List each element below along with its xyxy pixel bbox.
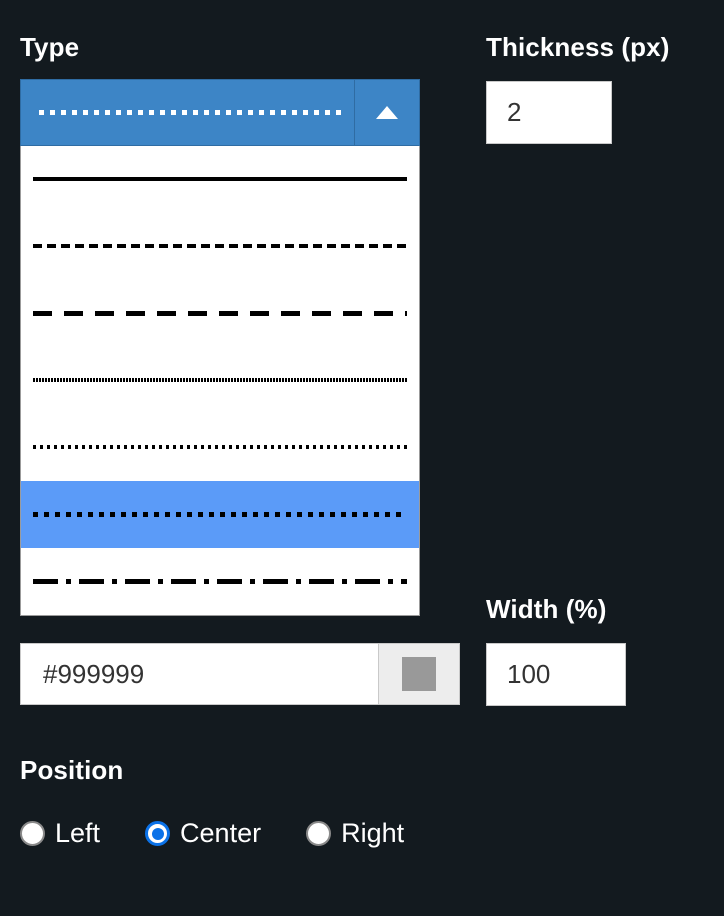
position-radio-left[interactable]: Left: [20, 818, 100, 849]
color-field: [20, 643, 460, 705]
position-radio-right[interactable]: Right: [306, 818, 404, 849]
color-swatch-icon: [402, 657, 436, 691]
line-type-option-solid[interactable]: [21, 146, 419, 213]
line-type-option-dash-small[interactable]: [21, 213, 419, 280]
type-label: Type: [20, 32, 80, 62]
caret-up-icon: [376, 106, 398, 119]
line-type-option-dash-large[interactable]: [21, 280, 419, 347]
line-preview-dash-dot: [33, 578, 407, 585]
line-type-option-list[interactable]: [20, 146, 420, 616]
thickness-input[interactable]: [486, 81, 612, 144]
line-type-option-dot-large[interactable]: [21, 481, 419, 548]
line-preview-dash-small: [33, 243, 407, 250]
width-label: Width (%): [486, 594, 607, 624]
line-type-option-dash-dot[interactable]: [21, 548, 419, 615]
line-preview-dot-small: [33, 444, 407, 451]
line-type-option-dot-dense[interactable]: [21, 347, 419, 414]
line-type-option-dot-small[interactable]: [21, 414, 419, 481]
line-preview-dot-large: [33, 511, 407, 518]
position-radio-left-label: Left: [55, 818, 101, 848]
radio-circle-checked-icon[interactable]: [145, 821, 171, 846]
radio-circle-icon[interactable]: [20, 821, 45, 846]
line-settings-panel: Type Thickness (px) 2 Width (%) 100 #999…: [0, 0, 724, 916]
color-picker-button[interactable]: [378, 643, 460, 705]
width-input[interactable]: [486, 643, 626, 706]
color-hex-input[interactable]: [20, 643, 378, 705]
line-type-select[interactable]: [20, 79, 420, 616]
position-radio-group: Left Center Right: [20, 818, 449, 849]
radio-circle-icon[interactable]: [306, 821, 332, 846]
thickness-label: Thickness (px): [486, 32, 670, 62]
position-label: Position: [20, 755, 124, 785]
line-type-selected-value[interactable]: [21, 80, 355, 145]
line-preview-dotted-large: [39, 109, 342, 116]
line-type-toggle-button[interactable]: [355, 80, 419, 145]
position-radio-center-label: Center: [180, 818, 262, 848]
line-preview-solid: [33, 176, 407, 183]
line-preview-dash-large: [33, 310, 407, 317]
line-preview-dot-dense: [33, 377, 407, 384]
position-radio-right-label: Right: [341, 818, 405, 848]
line-type-select-head[interactable]: [20, 79, 420, 146]
position-radio-center[interactable]: Center: [145, 818, 261, 849]
